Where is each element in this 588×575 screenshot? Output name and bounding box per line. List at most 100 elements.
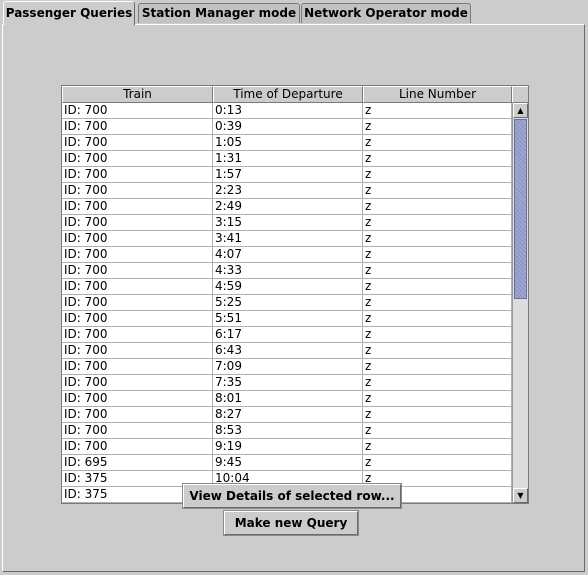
cell-line-number[interactable]: z: [363, 215, 512, 231]
cell-line-number[interactable]: z: [363, 391, 512, 407]
tab-station-manager-mode[interactable]: Station Manager mode: [138, 3, 300, 23]
cell-line-number[interactable]: z: [363, 151, 512, 167]
table-row[interactable]: ID: 700 2:49 z: [62, 199, 512, 215]
table-row[interactable]: ID: 700 0:39 z: [62, 119, 512, 135]
table-row[interactable]: ID: 700 1:57 z: [62, 167, 512, 183]
cell-train[interactable]: ID: 700: [62, 423, 213, 439]
cell-time-of-departure[interactable]: 1:57: [213, 167, 363, 183]
cell-line-number[interactable]: z: [363, 455, 512, 471]
arrow-up-icon[interactable]: ▲: [513, 103, 528, 118]
table-row[interactable]: ID: 700 2:23 z: [62, 183, 512, 199]
cell-line-number[interactable]: z: [363, 311, 512, 327]
cell-time-of-departure[interactable]: 2:23: [213, 183, 363, 199]
table-row[interactable]: ID: 700 1:05 z: [62, 135, 512, 151]
cell-train[interactable]: ID: 700: [62, 247, 213, 263]
column-header-train[interactable]: Train: [62, 86, 213, 103]
cell-time-of-departure[interactable]: 0:39: [213, 119, 363, 135]
cell-time-of-departure[interactable]: 8:53: [213, 423, 363, 439]
cell-train[interactable]: ID: 700: [62, 439, 213, 455]
cell-train[interactable]: ID: 700: [62, 183, 213, 199]
scrollbar-thumb[interactable]: [514, 119, 527, 299]
cell-time-of-departure[interactable]: 6:17: [213, 327, 363, 343]
table-row[interactable]: ID: 700 1:31 z: [62, 151, 512, 167]
table-row[interactable]: ID: 700 4:07 z: [62, 247, 512, 263]
table-row[interactable]: ID: 700 7:09 z: [62, 359, 512, 375]
make-new-query-button[interactable]: Make new Query: [223, 510, 359, 536]
cell-time-of-departure[interactable]: 3:15: [213, 215, 363, 231]
table-row[interactable]: ID: 700 9:19 z: [62, 439, 512, 455]
table-row[interactable]: ID: 700 3:15 z: [62, 215, 512, 231]
cell-line-number[interactable]: z: [363, 343, 512, 359]
table-row[interactable]: ID: 700 4:59 z: [62, 279, 512, 295]
tab-passenger-queries[interactable]: Passenger Queries: [3, 1, 135, 25]
cell-train[interactable]: ID: 700: [62, 119, 213, 135]
column-header-time-of-departure[interactable]: Time of Departure: [213, 86, 363, 103]
cell-time-of-departure[interactable]: 6:43: [213, 343, 363, 359]
table-row[interactable]: ID: 700 8:53 z: [62, 423, 512, 439]
arrow-down-icon[interactable]: ▼: [513, 488, 528, 503]
cell-line-number[interactable]: z: [363, 327, 512, 343]
cell-line-number[interactable]: z: [363, 439, 512, 455]
cell-time-of-departure[interactable]: 0:13: [213, 103, 363, 119]
cell-time-of-departure[interactable]: 5:51: [213, 311, 363, 327]
table-row[interactable]: ID: 700 7:35 z: [62, 375, 512, 391]
cell-time-of-departure[interactable]: 5:25: [213, 295, 363, 311]
cell-train[interactable]: ID: 700: [62, 215, 213, 231]
cell-time-of-departure[interactable]: 7:09: [213, 359, 363, 375]
cell-train[interactable]: ID: 700: [62, 103, 213, 119]
cell-train[interactable]: ID: 700: [62, 311, 213, 327]
cell-train[interactable]: ID: 695: [62, 455, 213, 471]
cell-train[interactable]: ID: 700: [62, 279, 213, 295]
cell-time-of-departure[interactable]: 1:05: [213, 135, 363, 151]
cell-time-of-departure[interactable]: 9:19: [213, 439, 363, 455]
table-row[interactable]: ID: 700 5:51 z: [62, 311, 512, 327]
cell-line-number[interactable]: z: [363, 199, 512, 215]
cell-time-of-departure[interactable]: 3:41: [213, 231, 363, 247]
table-row[interactable]: ID: 700 0:13 z: [62, 103, 512, 119]
table-row[interactable]: ID: 700 3:41 z: [62, 231, 512, 247]
cell-train[interactable]: ID: 700: [62, 151, 213, 167]
table-row[interactable]: ID: 700 8:27 z: [62, 407, 512, 423]
vertical-scrollbar[interactable]: ▲ ▼: [512, 103, 528, 503]
cell-time-of-departure[interactable]: 8:01: [213, 391, 363, 407]
cell-time-of-departure[interactable]: 8:27: [213, 407, 363, 423]
cell-train[interactable]: ID: 700: [62, 295, 213, 311]
cell-train[interactable]: ID: 700: [62, 375, 213, 391]
table-row[interactable]: ID: 700 4:33 z: [62, 263, 512, 279]
cell-line-number[interactable]: z: [363, 103, 512, 119]
table-row[interactable]: ID: 700 6:43 z: [62, 343, 512, 359]
cell-train[interactable]: ID: 700: [62, 199, 213, 215]
cell-train[interactable]: ID: 700: [62, 231, 213, 247]
cell-train[interactable]: ID: 700: [62, 407, 213, 423]
table-row[interactable]: ID: 700 5:25 z: [62, 295, 512, 311]
table-row[interactable]: ID: 695 9:45 z: [62, 455, 512, 471]
cell-train[interactable]: ID: 700: [62, 391, 213, 407]
cell-line-number[interactable]: z: [363, 231, 512, 247]
cell-line-number[interactable]: z: [363, 135, 512, 151]
table-row[interactable]: ID: 700 8:01 z: [62, 391, 512, 407]
cell-line-number[interactable]: z: [363, 119, 512, 135]
cell-train[interactable]: ID: 700: [62, 135, 213, 151]
cell-line-number[interactable]: z: [363, 359, 512, 375]
cell-line-number[interactable]: z: [363, 295, 512, 311]
cell-time-of-departure[interactable]: 7:35: [213, 375, 363, 391]
cell-line-number[interactable]: z: [363, 263, 512, 279]
table-row[interactable]: ID: 700 6:17 z: [62, 327, 512, 343]
cell-time-of-departure[interactable]: 2:49: [213, 199, 363, 215]
cell-train[interactable]: ID: 700: [62, 167, 213, 183]
view-details-button[interactable]: View Details of selected row...: [182, 483, 402, 509]
cell-line-number[interactable]: z: [363, 375, 512, 391]
cell-time-of-departure[interactable]: 4:59: [213, 279, 363, 295]
cell-train[interactable]: ID: 700: [62, 343, 213, 359]
cell-time-of-departure[interactable]: 9:45: [213, 455, 363, 471]
cell-time-of-departure[interactable]: 4:33: [213, 263, 363, 279]
cell-line-number[interactable]: z: [363, 423, 512, 439]
cell-time-of-departure[interactable]: 1:31: [213, 151, 363, 167]
cell-train[interactable]: ID: 700: [62, 263, 213, 279]
cell-line-number[interactable]: z: [363, 167, 512, 183]
cell-line-number[interactable]: z: [363, 247, 512, 263]
cell-time-of-departure[interactable]: 4:07: [213, 247, 363, 263]
cell-train[interactable]: ID: 700: [62, 327, 213, 343]
cell-train[interactable]: ID: 700: [62, 359, 213, 375]
cell-line-number[interactable]: z: [363, 279, 512, 295]
